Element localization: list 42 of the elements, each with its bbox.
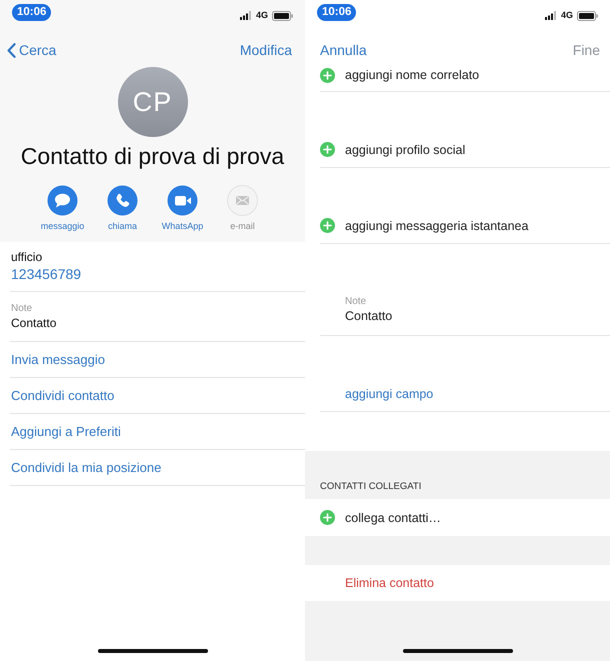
phone-label: ufficio <box>11 250 44 265</box>
action-link[interactable]: Invia messaggio <box>11 351 105 368</box>
add-field-button[interactable]: aggiungi messaggeria istantanea <box>320 218 528 234</box>
add-field-button[interactable]: aggiungi nome correlato <box>320 67 480 83</box>
contact-name: Contatto di prova di prova <box>20 142 284 170</box>
network-label: 4G <box>560 10 573 21</box>
action-link[interactable]: Aggiungi a Preferiti <box>11 423 121 440</box>
action-link[interactable]: Condividi la mia posizione <box>11 459 162 476</box>
status-time: 10:06 <box>317 4 356 21</box>
network-label: 4G <box>256 10 268 21</box>
call-button[interactable]: chiama <box>92 185 152 232</box>
action-link[interactable]: Condividi contatto <box>11 387 114 404</box>
back-button[interactable]: Cerca <box>7 41 56 59</box>
signal-icon <box>544 11 557 20</box>
note-label: Note <box>345 295 366 308</box>
link-contacts-button[interactable]: collega contatti… <box>305 499 610 536</box>
section-header: CONTATTI COLLEGATI <box>320 481 422 493</box>
note-label: Note <box>11 302 34 315</box>
add-field-button[interactable]: aggiungi profilo social <box>320 142 466 158</box>
video-camera-icon <box>167 185 198 216</box>
add-field-link[interactable]: aggiungi campo <box>345 386 434 402</box>
cancel-button[interactable]: Annulla <box>320 41 367 59</box>
note-field[interactable]: Contatto <box>345 308 392 324</box>
plus-icon <box>320 142 335 157</box>
note-text: Contatto <box>11 315 58 331</box>
delete-contact-button[interactable]: Elimina contatto <box>305 565 610 601</box>
signal-icon <box>240 11 252 20</box>
video-call-button[interactable]: WhatsApp <box>152 185 212 232</box>
battery-icon <box>272 10 293 20</box>
phone-icon <box>107 185 138 216</box>
plus-icon <box>320 68 335 82</box>
chevron-left-icon <box>7 42 16 58</box>
battery-icon <box>577 10 598 20</box>
speech-bubble-icon <box>47 185 78 216</box>
contact-avatar: CP <box>118 67 188 137</box>
envelope-icon <box>227 185 258 216</box>
status-time: 10:06 <box>12 4 52 21</box>
plus-icon <box>320 510 335 525</box>
message-button[interactable]: messaggio <box>32 185 92 232</box>
edit-button[interactable]: Modifica <box>240 41 292 59</box>
plus-icon <box>320 218 335 233</box>
phone-number-link[interactable]: 123456789 <box>11 265 305 283</box>
